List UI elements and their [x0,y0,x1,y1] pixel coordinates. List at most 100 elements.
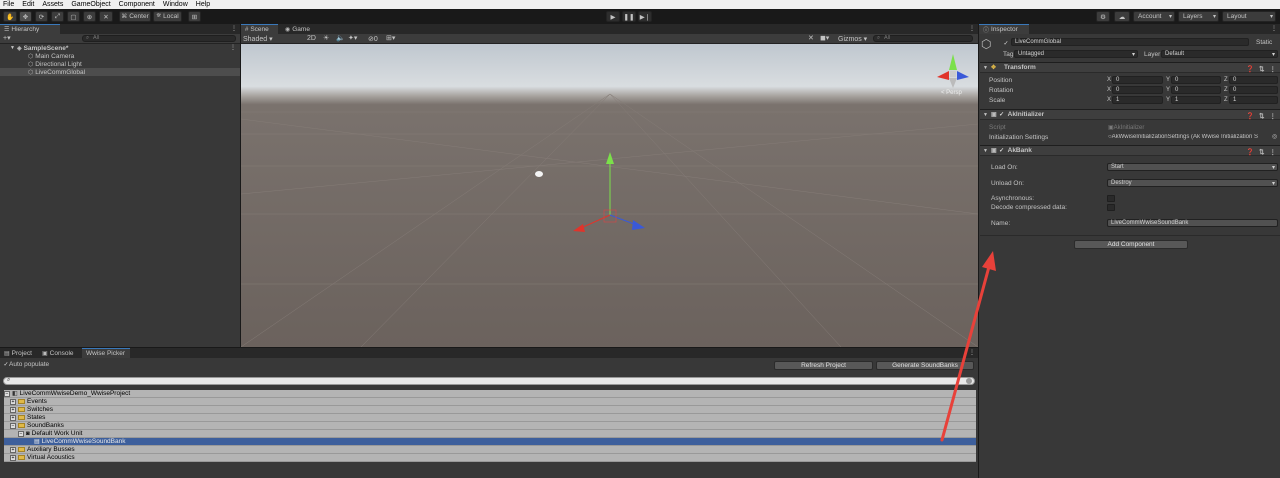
tree-row-states[interactable]: + States [4,414,976,422]
rotation-x-field[interactable]: 0 [1112,86,1163,94]
menu-assets[interactable]: Assets [42,1,63,8]
position-x-field[interactable]: 0 [1112,76,1163,84]
tab-project[interactable]: ▤ Project [0,348,34,358]
target-picker-icon[interactable]: ◎ [1272,133,1277,140]
lighting-icon[interactable]: ☀ [323,34,329,42]
component-menu-icon[interactable]: ⋮ [1270,112,1277,120]
account-dropdown[interactable]: Account [1133,11,1175,22]
tab-game[interactable]: ◉ Game [281,24,317,34]
active-checkbox[interactable]: ✓ [1003,40,1009,47]
help-icon[interactable]: ❓ [1246,148,1254,156]
add-component-button[interactable]: Add Component [1074,240,1188,249]
scale-z-field[interactable]: 1 [1229,96,1278,104]
tree-row-auxiliary-busses[interactable]: + Auxiliary Busses [4,446,976,454]
help-icon[interactable]: ❓ [1246,112,1254,120]
akbank-header[interactable]: ▼ ▣ ✓ AkBank ❓ ⇅ ⋮ [980,145,1280,156]
persp-label[interactable]: < Persp [941,90,962,96]
play-icon[interactable]: ▶ [606,11,620,22]
pivot-center-button[interactable]: ⌘ Center [119,11,151,22]
rotate-tool-icon[interactable]: ⟳ [35,11,48,22]
component-enabled-checkbox[interactable]: ✓ [999,148,1005,154]
camera-icon[interactable]: ◼▾ [820,34,829,42]
move-tool-icon[interactable]: ✥ [19,11,32,22]
tree-row-soundbanks[interactable]: − SoundBanks [4,422,976,430]
move-gizmo[interactable] [573,152,645,232]
menu-file[interactable]: File [3,1,14,8]
space-local-button[interactable]: ⛯ Local [153,11,182,22]
tab-wwise-picker[interactable]: Wwise Picker [82,348,130,358]
scene-search-input[interactable]: ⌕ All [873,35,973,42]
settings-icon[interactable]: ⚙ [1096,11,1110,22]
scale-x-field[interactable]: 1 [1112,96,1163,104]
tree-row-soundbank-selected[interactable]: ▤ LiveCommWwiseSoundBank [4,438,976,446]
scene-menu-icon[interactable]: ⋮ [230,44,236,51]
effects-icon[interactable]: ✦▾ [348,34,357,42]
asynchronous-checkbox[interactable] [1107,195,1115,202]
tree-row-events[interactable]: + Events [4,398,976,406]
menu-window[interactable]: Window [163,1,188,8]
grid-icon[interactable]: ⊞▾ [386,34,395,42]
rotation-y-field[interactable]: 0 [1171,86,1221,94]
component-menu-icon[interactable]: ⋮ [1270,148,1277,156]
orientation-gizmo[interactable] [937,54,969,88]
audio-icon[interactable]: 🔈 [336,34,345,42]
tag-dropdown[interactable]: Untagged ▾ [1014,50,1138,58]
help-icon[interactable]: ❓ [1246,65,1254,73]
menu-edit[interactable]: Edit [22,1,34,8]
preset-icon[interactable]: ⇅ [1259,112,1264,120]
panel-menu-icon[interactable]: ⋮ [231,25,237,32]
tree-row-switches[interactable]: + Switches [4,406,976,414]
custom-tool-icon[interactable]: ✕ [99,11,113,22]
tree-row-default-work-unit[interactable]: − ◙ Default Work Unit [4,430,976,438]
rotation-z-field[interactable]: 0 [1229,86,1278,94]
object-name-field[interactable]: LiveCommGlobal [1011,38,1249,46]
static-toggle[interactable]: Static [1256,39,1272,46]
tools-icon[interactable]: ✕ [808,34,814,42]
hand-tool-icon[interactable]: ✋ [3,11,17,22]
scale-y-field[interactable]: 1 [1171,96,1221,104]
wwise-search-input[interactable]: ⌕ [3,377,975,385]
unload-on-dropdown[interactable]: Destroy ▾ [1107,179,1278,187]
component-menu-icon[interactable]: ⋮ [1270,65,1277,73]
tab-scene[interactable]: # Scene [241,24,278,34]
init-settings-field[interactable]: ○AkWwiseInitializationSettings (Ak Wwise… [1108,134,1274,140]
akinitializer-header[interactable]: ▼ ▣ ✓ AkInitializer ❓ ⇅ ⋮ [980,109,1280,120]
panel-menu-icon[interactable]: ⋮ [969,25,975,32]
bank-name-field[interactable]: LiveCommWwiseSoundBank [1107,219,1278,227]
tab-console[interactable]: ▣ Console [38,348,78,358]
decode-checkbox[interactable] [1107,204,1115,211]
auto-populate-toggle[interactable]: ✓ Auto populate [3,361,49,368]
mode-2d-button[interactable]: 2D [307,35,316,42]
transform-tool-icon[interactable]: ⊕ [83,11,96,22]
panel-menu-icon[interactable]: ⋮ [1271,25,1277,32]
preset-icon[interactable]: ⇅ [1259,65,1264,73]
scene-viewport[interactable]: < Persp [241,44,978,347]
load-on-dropdown[interactable]: Start ▾ [1107,163,1278,171]
menu-component[interactable]: Component [119,1,155,8]
hierarchy-item-main-camera[interactable]: ⬡ Main Camera [28,52,74,60]
hierarchy-search-input[interactable]: ⌕ All [82,35,236,42]
scene-root-row[interactable]: ▼ ◈ SampleScene* [10,44,68,52]
rect-tool-icon[interactable]: ▢ [67,11,80,22]
menu-gameobject[interactable]: GameObject [71,1,110,8]
refresh-project-button[interactable]: Refresh Project [774,361,873,370]
tree-row-virtual-acoustics[interactable]: + Virtual Acoustics [4,454,976,462]
create-plus-icon[interactable]: +▾ [3,34,11,42]
cloud-icon[interactable]: ☁ [1114,11,1130,22]
scale-tool-icon[interactable]: ⤢ [51,11,64,22]
hidden-objects-toggle[interactable]: ⊘0 [368,35,378,43]
pause-icon[interactable]: ❚❚ [622,11,636,22]
step-icon[interactable]: ▶❘ [638,11,652,22]
position-z-field[interactable]: 0 [1229,76,1278,84]
preset-icon[interactable]: ⇅ [1259,148,1264,156]
layout-dropdown[interactable]: Layout [1222,11,1276,22]
gizmos-dropdown[interactable]: Gizmos ▾ [838,35,867,43]
layers-dropdown[interactable]: Layers [1178,11,1219,22]
tab-inspector[interactable]: ⓘ Inspector [979,24,1029,34]
component-enabled-checkbox[interactable]: ✓ [999,112,1005,118]
transform-header[interactable]: ▼ ✥ Transform ❓ ⇅ ⋮ [980,62,1280,73]
hierarchy-item-directional-light[interactable]: ⬡ Directional Light [28,60,82,68]
shading-dropdown[interactable]: Shaded ▾ [243,35,273,43]
menu-help[interactable]: Help [196,1,210,8]
tree-row-project[interactable]: − ◧ LiveCommWwiseDemo_WwiseProject [4,390,976,398]
